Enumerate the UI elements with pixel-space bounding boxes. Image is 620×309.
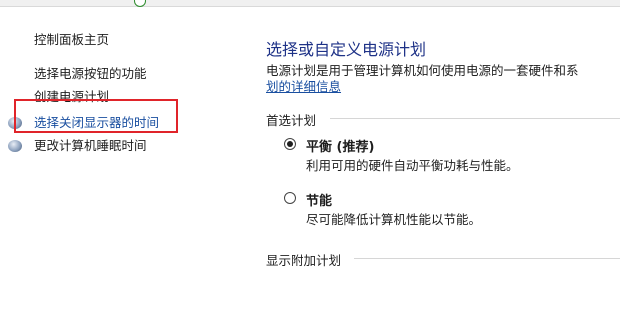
additional-plans-heading[interactable]: 显示附加计划 bbox=[266, 253, 341, 268]
page-description: 电源计划是用于管理计算机如何使用电源的一套硬件和系 bbox=[266, 63, 579, 78]
plan-balanced-radio[interactable] bbox=[284, 138, 296, 150]
sidebar-item-create-power-plan[interactable]: 创建电源计划 bbox=[34, 89, 109, 105]
page-title: 选择或自定义电源计划 bbox=[266, 40, 427, 59]
main-content: 选择或自定义电源计划 电源计划是用于管理计算机如何使用电源的一套硬件和系 划的详… bbox=[266, 0, 620, 309]
monitor-shield-icon bbox=[8, 117, 22, 129]
sidebar-item-display-off-time[interactable]: 选择关闭显示器的时间 bbox=[34, 115, 159, 131]
preferred-plans-heading: 首选计划 bbox=[266, 113, 317, 128]
plan-power-saver-radio[interactable] bbox=[284, 192, 296, 204]
plan-power-saver-description: 尽可能降低计算机性能以节能。 bbox=[306, 212, 482, 227]
plan-power-saver-name[interactable]: 节能 bbox=[306, 190, 332, 209]
sidebar: 控制面板主页 选择电源按钮的功能 创建电源计划 选择关闭显示器的时间 更改计算机… bbox=[0, 0, 240, 309]
section-divider bbox=[330, 118, 620, 119]
section-divider bbox=[354, 258, 620, 259]
sidebar-item-sleep-time[interactable]: 更改计算机睡眠时间 bbox=[34, 138, 147, 154]
sidebar-item-power-button-function[interactable]: 选择电源按钮的功能 bbox=[34, 66, 147, 82]
preferred-plans-section: 首选计划 bbox=[266, 110, 620, 129]
moon-icon bbox=[8, 140, 22, 152]
power-plan-details-link[interactable]: 划的详细信息 bbox=[266, 79, 341, 95]
plan-balanced-description: 利用可用的硬件自动平衡功耗与性能。 bbox=[306, 158, 519, 173]
sidebar-item-control-panel-home[interactable]: 控制面板主页 bbox=[34, 32, 109, 48]
plan-balanced-name[interactable]: 平衡 (推荐) bbox=[306, 136, 374, 155]
additional-plans-section[interactable]: 显示附加计划 bbox=[266, 250, 620, 269]
